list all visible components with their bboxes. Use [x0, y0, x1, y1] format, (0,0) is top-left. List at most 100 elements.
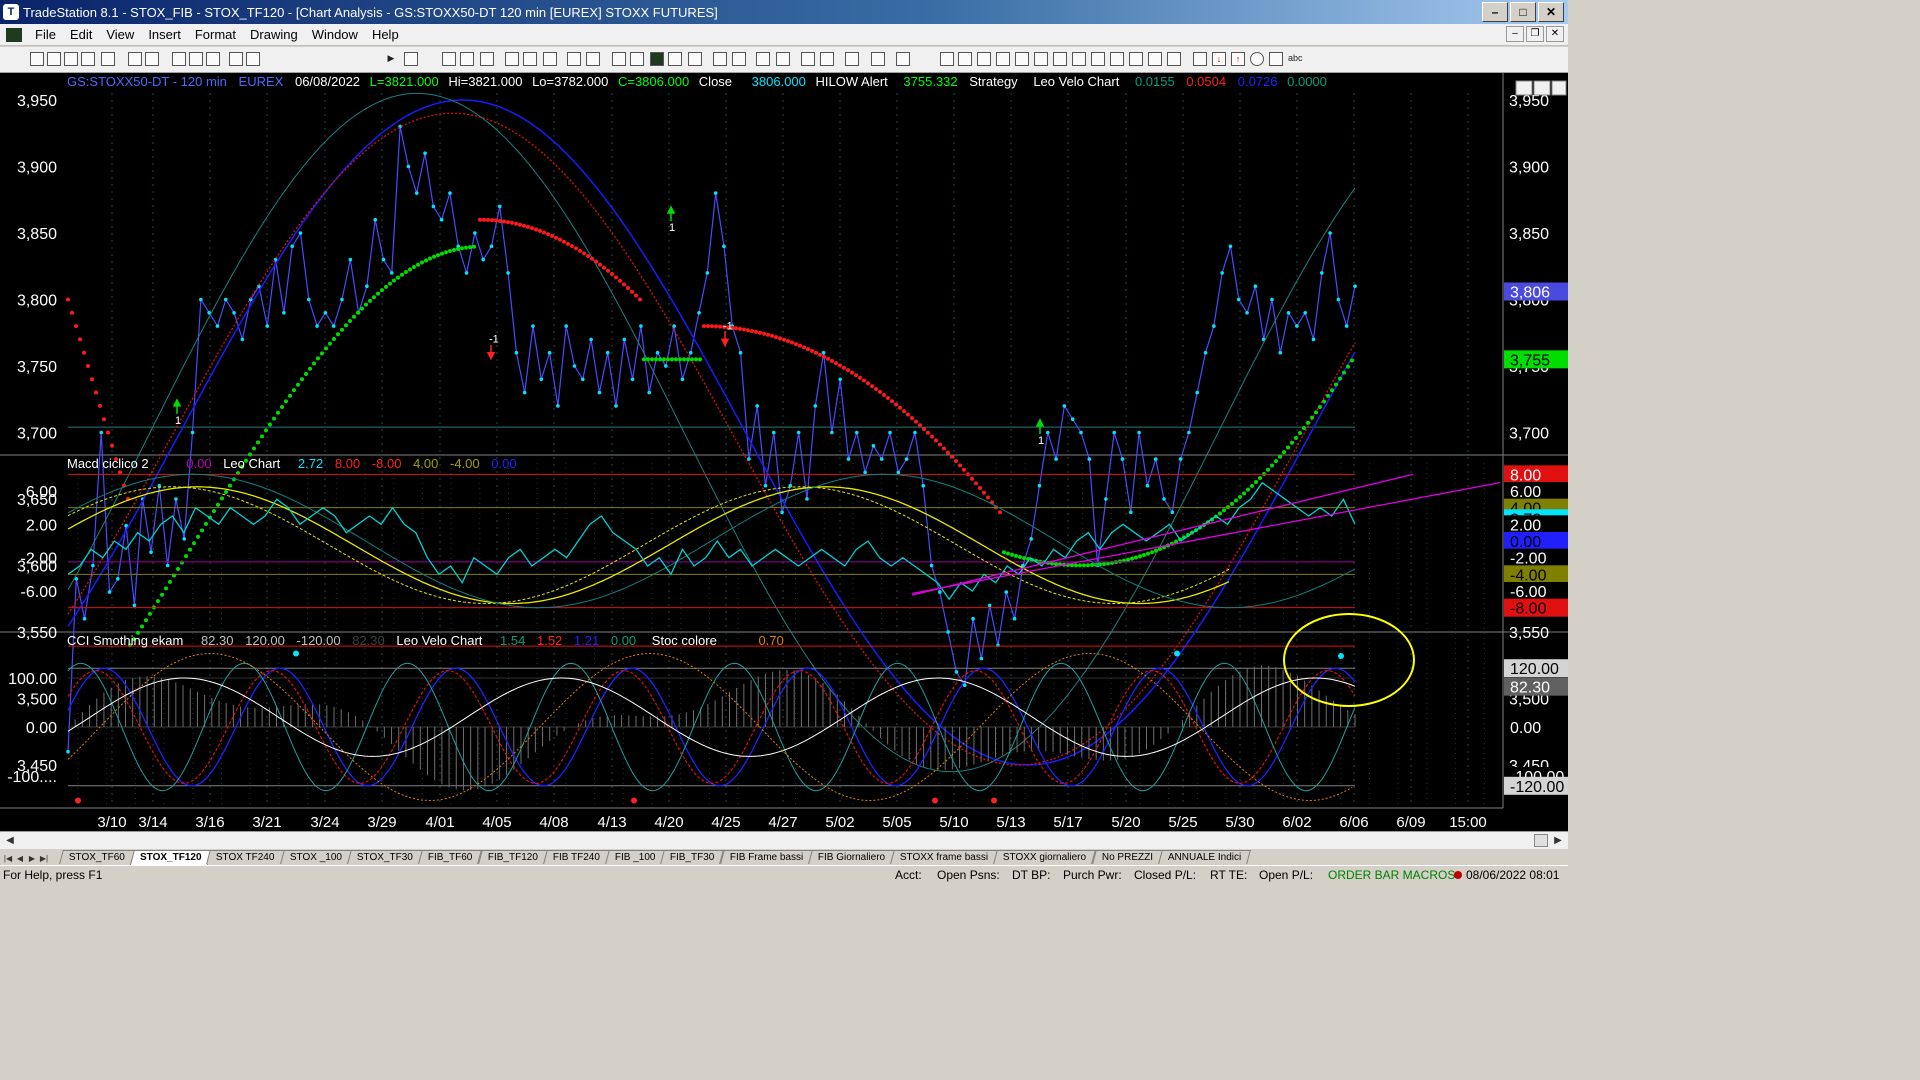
scroll-left-icon[interactable]	[713, 52, 727, 66]
buy-arrow-icon[interactable]: ↑	[1231, 52, 1245, 66]
save-icon[interactable]	[64, 52, 78, 66]
tab-first-icon[interactable]: |◀	[2, 852, 14, 865]
fibonacci-icon[interactable]	[1053, 52, 1067, 66]
tab-stox-tf240[interactable]: STOX TF240	[206, 850, 285, 864]
format-icon[interactable]	[172, 52, 186, 66]
zoom-out-icon[interactable]	[776, 52, 790, 66]
tools-icon[interactable]	[845, 52, 859, 66]
minimize-button[interactable]: –	[1482, 2, 1508, 22]
pen-icon[interactable]	[1167, 52, 1181, 66]
print-icon[interactable]	[128, 52, 142, 66]
curve-icon[interactable]	[1193, 52, 1207, 66]
tab-prev-icon[interactable]: ◀	[14, 852, 26, 865]
save-all-icon[interactable]	[81, 52, 95, 66]
snap-icon[interactable]	[896, 52, 910, 66]
tab-next-icon[interactable]: ▶	[26, 852, 38, 865]
menu-format[interactable]: Format	[188, 27, 243, 42]
panel-minimize-button[interactable]	[1515, 80, 1533, 96]
chart-canvas[interactable]: 1 -1 1 -1 1 3/10 3/14 3/16 3/21 3/24 3/29 4/01 4/05…	[0, 73, 1568, 831]
zoom-in-icon[interactable]	[756, 52, 770, 66]
horizontal-line-icon[interactable]	[977, 52, 991, 66]
menu-view[interactable]: View	[99, 27, 141, 42]
window-cascade-icon[interactable]	[586, 52, 600, 66]
vertical-line-icon[interactable]	[958, 52, 972, 66]
panel-restore-button[interactable]	[1533, 80, 1551, 96]
compress-icon[interactable]	[668, 52, 682, 66]
pointer-icon[interactable]	[801, 52, 815, 66]
radar-icon[interactable]	[460, 52, 474, 66]
window-tile-icon[interactable]	[567, 52, 581, 66]
globe-icon[interactable]	[246, 52, 260, 66]
regression-icon[interactable]	[1091, 52, 1105, 66]
tab-stox-tf60[interactable]: STOX_TF60	[59, 850, 135, 864]
tab-stox-tf120[interactable]: STOX_TF120	[129, 850, 212, 865]
new-icon[interactable]	[30, 52, 44, 66]
scroll-left-arrow-icon[interactable]: ◀	[2, 833, 18, 848]
panel-close-button[interactable]	[1551, 80, 1567, 96]
arrow-line-icon[interactable]	[1110, 52, 1124, 66]
scroll-right-arrow-icon[interactable]: ▶	[1550, 833, 1566, 848]
portfolio-icon[interactable]	[612, 52, 626, 66]
play-icon[interactable]: ▶	[384, 52, 398, 66]
delete-icon[interactable]	[871, 52, 885, 66]
tab-no-prezzi[interactable]: No PREZZI	[1091, 850, 1163, 864]
menu-edit[interactable]: Edit	[63, 27, 99, 42]
scanner-icon[interactable]	[505, 52, 519, 66]
status-macros[interactable]: ORDER BAR MACROS	[1328, 868, 1455, 882]
chart-window-icon[interactable]	[6, 27, 22, 42]
fib-arc-icon[interactable]	[1148, 52, 1162, 66]
maximize-button[interactable]: □	[1510, 2, 1536, 22]
menu-file[interactable]: File	[28, 27, 63, 42]
chart-horizontal-scrollbar[interactable]: ◀ ▶	[0, 831, 1568, 849]
tab-fib-tf240[interactable]: FIB TF240	[542, 850, 610, 864]
menu-help[interactable]: Help	[365, 27, 406, 42]
tab-stox-tf30[interactable]: STOX_TF30	[347, 850, 423, 864]
close-button[interactable]: ✕	[1538, 2, 1564, 22]
tab-fib-100[interactable]: FIB _100	[604, 850, 666, 864]
tab-stoxx-giornaliero[interactable]: STOXX giornaliero	[993, 850, 1097, 864]
hotlist-icon[interactable]	[523, 52, 537, 66]
chart-icon[interactable]	[442, 52, 456, 66]
scroll-right-icon[interactable]	[732, 52, 746, 66]
menu-insert[interactable]: Insert	[141, 27, 188, 42]
print-preview-icon[interactable]	[145, 52, 159, 66]
insert-icon[interactable]	[189, 52, 203, 66]
rectangle-icon[interactable]	[1269, 52, 1283, 66]
open-icon[interactable]	[47, 52, 61, 66]
ellipse-icon[interactable]	[1250, 52, 1264, 66]
tab-annuale-indici[interactable]: ANNUALE Indici	[1157, 850, 1252, 864]
tab-fib-tf30[interactable]: FIB_TF30	[660, 850, 725, 864]
chart-analysis-window[interactable]: 1 -1 1 -1 1 3/10 3/14 3/16 3/21 3/24 3/29 4/01 4/05…	[0, 73, 1568, 849]
expand-icon[interactable]	[688, 52, 702, 66]
workspace-icon[interactable]	[101, 52, 115, 66]
strategy-icon[interactable]	[229, 52, 243, 66]
options-icon[interactable]	[543, 52, 557, 66]
mdi-minimize-button[interactable]: –	[1506, 26, 1524, 42]
tab-last-icon[interactable]: ▶|	[38, 852, 50, 865]
tab-stoxx-frame-bassi[interactable]: STOXX frame bassi	[890, 850, 999, 864]
menu-window[interactable]: Window	[305, 27, 365, 42]
trendline-icon[interactable]	[940, 52, 954, 66]
andrews-icon[interactable]	[1072, 52, 1086, 66]
tab-fib-tf60[interactable]: FIB_TF60	[418, 850, 483, 864]
menu-drawing[interactable]: Drawing	[243, 27, 305, 42]
mdi-close-button[interactable]: ✕	[1546, 26, 1564, 42]
tab-fib-giornaliero[interactable]: FIB Giornaliero	[808, 850, 896, 864]
matrix-icon[interactable]	[480, 52, 494, 66]
fib-retracement-icon[interactable]	[1129, 52, 1143, 66]
mdi-restore-button[interactable]: ❐	[1526, 26, 1544, 42]
tab-fib-frame-bassi[interactable]: FIB Frame bassi	[719, 850, 813, 864]
order-icon[interactable]	[630, 52, 644, 66]
crosshair-icon[interactable]	[820, 52, 834, 66]
channel-icon[interactable]	[996, 52, 1010, 66]
bar-chart-icon[interactable]	[650, 52, 664, 66]
sell-arrow-icon[interactable]: ↓	[1212, 52, 1226, 66]
gann-fan-icon[interactable]	[1034, 52, 1048, 66]
text-tool-icon[interactable]: abc	[1288, 52, 1303, 66]
tab-fib-tf120[interactable]: FIB_TF120	[477, 850, 548, 864]
speedline-icon[interactable]	[1015, 52, 1029, 66]
tab-stox-100[interactable]: STOX _100	[280, 850, 352, 864]
search-icon[interactable]	[404, 52, 418, 66]
analysis-icon[interactable]	[206, 52, 220, 66]
scrollbar-thumb[interactable]	[1534, 834, 1548, 847]
